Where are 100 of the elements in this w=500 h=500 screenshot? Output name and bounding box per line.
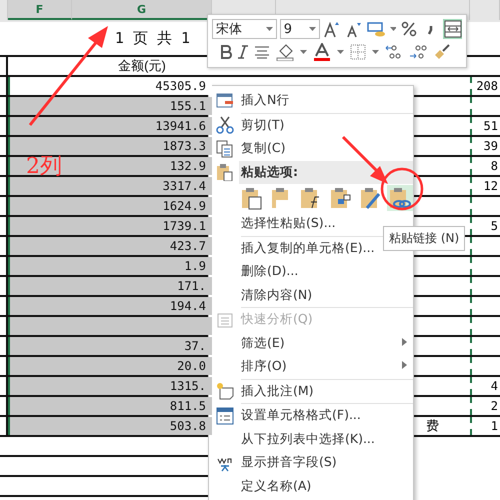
selected-cell[interactable] [8, 237, 72, 255]
paste-link-icon [388, 186, 412, 210]
menu-item[interactable]: 插入批注(M) [241, 382, 314, 400]
increase-font-icon[interactable] [323, 20, 342, 38]
selected-cell[interactable] [8, 97, 72, 115]
selected-cell[interactable]: 1624.9 [72, 197, 212, 215]
format-painter-icon[interactable] [433, 43, 451, 61]
menu-item[interactable]: 插入复制的单元格(E)... [241, 240, 375, 257]
menu-item[interactable]: 定义名称(A) [241, 478, 312, 495]
align-center-icon[interactable] [254, 45, 270, 59]
column-title: 金额(元) [118, 57, 166, 75]
selected-cell[interactable]: 423.7 [72, 237, 212, 255]
table-cell: 51 [470, 117, 500, 135]
selected-cell[interactable] [8, 397, 72, 415]
selected-cell[interactable]: 194.4 [72, 297, 212, 315]
annotation-arrow [342, 136, 388, 184]
selected-cell[interactable] [8, 377, 72, 395]
selected-cell[interactable]: 37. [72, 337, 212, 355]
tooltip: 粘贴链接 (N) [383, 226, 466, 251]
format-cells-icon [216, 406, 234, 425]
fill-color-icon[interactable] [276, 43, 294, 61]
menu-item[interactable]: 设置单元格格式(F)... [241, 407, 361, 424]
menu-item[interactable]: 筛选(E) [241, 334, 285, 352]
caret-icon [390, 27, 396, 31]
selected-cell[interactable] [8, 317, 72, 335]
menu-item[interactable]: 清除内容(N) [241, 286, 312, 304]
selected-cell[interactable]: 3317.4 [72, 177, 212, 195]
selected-cell[interactable] [72, 317, 212, 335]
column-header[interactable]: F [8, 0, 72, 20]
table-cell: 39 [470, 137, 500, 155]
selected-cell[interactable] [8, 417, 72, 435]
annotation-circle [380, 168, 424, 210]
italic-icon[interactable] [238, 45, 248, 59]
selected-cell[interactable] [8, 137, 72, 155]
table-cell: 208 [470, 77, 500, 95]
column-header[interactable]: G [72, 0, 212, 20]
paste-icon [240, 186, 264, 210]
selected-cell[interactable]: 13941.6 [72, 117, 212, 135]
menu-item[interactable]: 插入N行 [241, 92, 290, 110]
table-cell: 费 [426, 417, 439, 435]
paste-formatting-icon [358, 186, 383, 210]
decrease-font-icon[interactable] [345, 20, 364, 38]
comma-icon[interactable] [426, 23, 435, 35]
borders-icon[interactable] [350, 44, 366, 60]
caret-icon [300, 50, 307, 54]
clipboard-icon [216, 163, 234, 182]
merge-cells-icon[interactable] [444, 20, 462, 38]
selected-cell[interactable] [8, 357, 72, 375]
selected-cell[interactable] [8, 197, 72, 215]
selected-cell[interactable]: 132.9 [72, 157, 212, 175]
table-cell: 5 [470, 217, 500, 235]
menu-item[interactable]: 显示拼音字段(S) [241, 454, 337, 472]
percent-icon[interactable] [400, 21, 417, 37]
menu-item[interactable]: 选择性粘贴(S)... [241, 215, 336, 232]
selected-cell[interactable] [8, 257, 72, 275]
insert-row-icon [216, 92, 234, 110]
menu-section-title: 粘贴选项: [241, 164, 298, 181]
table-cell: 1 [470, 417, 500, 435]
table-cell: 8 [470, 157, 500, 175]
selected-cell[interactable] [8, 337, 72, 355]
selected-cell[interactable]: 1873.3 [72, 137, 212, 155]
selected-cell[interactable]: 1.9 [72, 257, 212, 275]
caret-icon [337, 50, 344, 54]
comment-icon [216, 382, 234, 400]
menu-item[interactable]: 排序(O) [241, 358, 287, 376]
selected-cell[interactable] [8, 177, 72, 195]
paste-transpose-icon [328, 186, 353, 210]
font-size-select[interactable]: 9 [280, 19, 320, 39]
font-color-icon[interactable] [313, 43, 331, 61]
table-cell: 2 [470, 397, 500, 415]
selected-cell[interactable] [8, 297, 72, 315]
menu-item[interactable]: 从下拉列表中选择(K)... [241, 430, 375, 448]
caret-icon [308, 27, 316, 31]
selected-cell[interactable]: 20.0 [72, 357, 212, 375]
selected-cell[interactable]: 503.8 [72, 417, 212, 435]
increase-decimal-icon[interactable] [385, 44, 403, 60]
table-cell: 12 [470, 177, 500, 195]
caret-icon [266, 27, 273, 31]
copy-icon [216, 140, 234, 158]
selected-cell[interactable] [8, 217, 72, 235]
selected-cell[interactable] [8, 277, 72, 295]
selected-cell[interactable]: 811.5 [72, 397, 212, 415]
selected-cell[interactable]: 171. [72, 277, 212, 295]
quick-analysis-icon [216, 310, 234, 329]
menu-item[interactable]: 复制(C) [241, 140, 286, 158]
selected-cell[interactable]: 1739.1 [72, 217, 212, 235]
menu-item[interactable]: 删除(D)... [241, 263, 298, 280]
page-info-text: 1 页 共 1 [114, 29, 190, 48]
menu-item[interactable]: 剪切(T) [241, 116, 284, 134]
selected-cell[interactable]: 155.1 [72, 97, 212, 115]
bold-icon[interactable] [220, 45, 232, 59]
selected-cell[interactable]: 1315. [72, 377, 212, 395]
table-cell: 4 [470, 377, 500, 395]
caret-icon [372, 50, 379, 54]
selected-cell[interactable] [8, 117, 72, 135]
currency-icon[interactable] [366, 20, 387, 38]
scissors-icon [216, 116, 234, 134]
decrease-decimal-icon[interactable] [409, 44, 427, 60]
annotation-text: 2列 [26, 157, 62, 177]
font-select[interactable]: 宋体 [212, 19, 277, 39]
